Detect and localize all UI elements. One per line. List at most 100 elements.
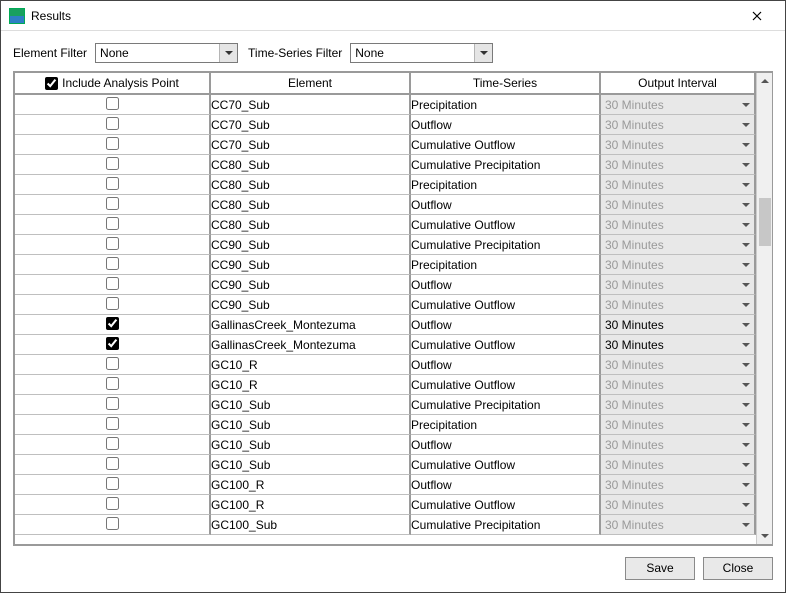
table-row: CC80_SubCumulative Outflow30 Minutes: [15, 215, 756, 235]
output-interval-cell: 30 Minutes: [601, 395, 756, 415]
timeseries-cell: Cumulative Outflow: [411, 295, 601, 315]
output-interval-cell: 30 Minutes: [601, 515, 756, 535]
include-checkbox[interactable]: [106, 177, 119, 190]
timeseries-filter-combo[interactable]: None: [350, 43, 493, 63]
output-interval-value: 30 Minutes: [605, 158, 664, 172]
timeseries-cell: Precipitation: [411, 415, 601, 435]
column-header-timeseries[interactable]: Time-Series: [411, 73, 601, 95]
chevron-down-icon: [742, 203, 750, 207]
include-cell: [15, 155, 211, 175]
results-table-wrap: Include Analysis Point Element Time-Seri…: [13, 71, 773, 546]
include-checkbox[interactable]: [106, 237, 119, 250]
output-interval-cell: 30 Minutes: [601, 95, 756, 115]
output-interval-value: 30 Minutes: [605, 398, 664, 412]
include-cell: [15, 115, 211, 135]
timeseries-cell: Outflow: [411, 435, 601, 455]
include-cell: [15, 255, 211, 275]
element-filter-label: Element Filter: [13, 46, 87, 60]
element-cell: GC10_Sub: [211, 395, 411, 415]
scroll-thumb[interactable]: [759, 198, 771, 246]
output-interval-cell: 30 Minutes: [601, 235, 756, 255]
table-row: GallinasCreek_MontezumaCumulative Outflo…: [15, 335, 756, 355]
output-interval-cell[interactable]: 30 Minutes: [601, 315, 756, 335]
element-cell: GallinasCreek_Montezuma: [211, 315, 411, 335]
include-checkbox[interactable]: [106, 417, 119, 430]
column-header-element[interactable]: Element: [211, 73, 411, 95]
table-row: CC90_SubCumulative Outflow 30 Minutes: [15, 295, 756, 315]
include-checkbox[interactable]: [106, 197, 119, 210]
window-close-button[interactable]: [737, 2, 777, 30]
column-header-interval[interactable]: Output Interval: [601, 73, 756, 95]
timeseries-cell: Cumulative Precipitation: [411, 395, 601, 415]
element-cell: CC80_Sub: [211, 215, 411, 235]
include-checkbox[interactable]: [106, 117, 119, 130]
table-row: CC70_SubCumulative Outflow30 Minutes: [15, 135, 756, 155]
element-cell: GC10_R: [211, 355, 411, 375]
element-cell: CC70_Sub: [211, 135, 411, 155]
app-icon: [9, 8, 25, 24]
include-cell: [15, 275, 211, 295]
output-interval-value: 30 Minutes: [605, 298, 664, 312]
chevron-down-icon: [742, 523, 750, 527]
table-row: GC10_SubPrecipitation30 Minutes: [15, 415, 756, 435]
output-interval-cell: 30 Minutes: [601, 375, 756, 395]
include-checkbox[interactable]: [106, 257, 119, 270]
scroll-up-icon[interactable]: [757, 73, 773, 89]
element-filter-combo[interactable]: None: [95, 43, 238, 63]
include-checkbox[interactable]: [106, 377, 119, 390]
chevron-down-icon: [742, 383, 750, 387]
output-interval-cell: 30 Minutes: [601, 495, 756, 515]
include-cell: [15, 335, 211, 355]
include-checkbox[interactable]: [106, 297, 119, 310]
output-interval-cell: 30 Minutes: [601, 155, 756, 175]
include-checkbox[interactable]: [106, 437, 119, 450]
include-checkbox[interactable]: [106, 217, 119, 230]
timeseries-cell: Cumulative Outflow: [411, 455, 601, 475]
include-checkbox[interactable]: [106, 317, 119, 330]
column-header-include[interactable]: Include Analysis Point: [15, 73, 211, 95]
timeseries-cell: Outflow: [411, 115, 601, 135]
include-checkbox[interactable]: [106, 397, 119, 410]
include-all-checkbox[interactable]: [45, 77, 58, 90]
output-interval-cell: 30 Minutes: [601, 415, 756, 435]
output-interval-value: 30 Minutes: [605, 278, 664, 292]
include-checkbox[interactable]: [106, 457, 119, 470]
include-checkbox[interactable]: [106, 97, 119, 110]
include-checkbox[interactable]: [106, 277, 119, 290]
close-button[interactable]: Close: [703, 557, 773, 580]
include-cell: [15, 475, 211, 495]
include-cell: [15, 355, 211, 375]
output-interval-value: 30 Minutes: [605, 518, 664, 532]
output-interval-cell[interactable]: 30 Minutes: [601, 335, 756, 355]
chevron-down-icon: [742, 323, 750, 327]
timeseries-cell: Cumulative Outflow: [411, 335, 601, 355]
chevron-down-icon: [742, 503, 750, 507]
chevron-down-icon: [742, 143, 750, 147]
include-cell: [15, 415, 211, 435]
output-interval-value: 30 Minutes: [605, 378, 664, 392]
include-checkbox[interactable]: [106, 337, 119, 350]
output-interval-value: 30 Minutes: [605, 218, 664, 232]
chevron-down-icon: [742, 483, 750, 487]
close-icon: [752, 11, 762, 21]
include-checkbox[interactable]: [106, 497, 119, 510]
timeseries-cell: Outflow: [411, 355, 601, 375]
include-checkbox[interactable]: [106, 357, 119, 370]
vertical-scrollbar[interactable]: [756, 73, 772, 544]
table-row: GC10_SubCumulative Outflow30 Minutes: [15, 455, 756, 475]
chevron-down-icon: [742, 463, 750, 467]
include-checkbox[interactable]: [106, 477, 119, 490]
include-checkbox[interactable]: [106, 517, 119, 530]
save-button[interactable]: Save: [625, 557, 695, 580]
include-checkbox[interactable]: [106, 157, 119, 170]
element-cell: CC90_Sub: [211, 295, 411, 315]
chevron-down-icon: [742, 243, 750, 247]
scroll-down-icon[interactable]: [757, 528, 773, 544]
element-cell: GC100_Sub: [211, 515, 411, 535]
element-cell: CC70_Sub: [211, 115, 411, 135]
chevron-down-icon: [742, 363, 750, 367]
table-row: CC80_SubCumulative Precipitation30 Minut…: [15, 155, 756, 175]
timeseries-filter-label: Time-Series Filter: [248, 46, 342, 60]
include-checkbox[interactable]: [106, 137, 119, 150]
output-interval-value: 30 Minutes: [605, 498, 664, 512]
